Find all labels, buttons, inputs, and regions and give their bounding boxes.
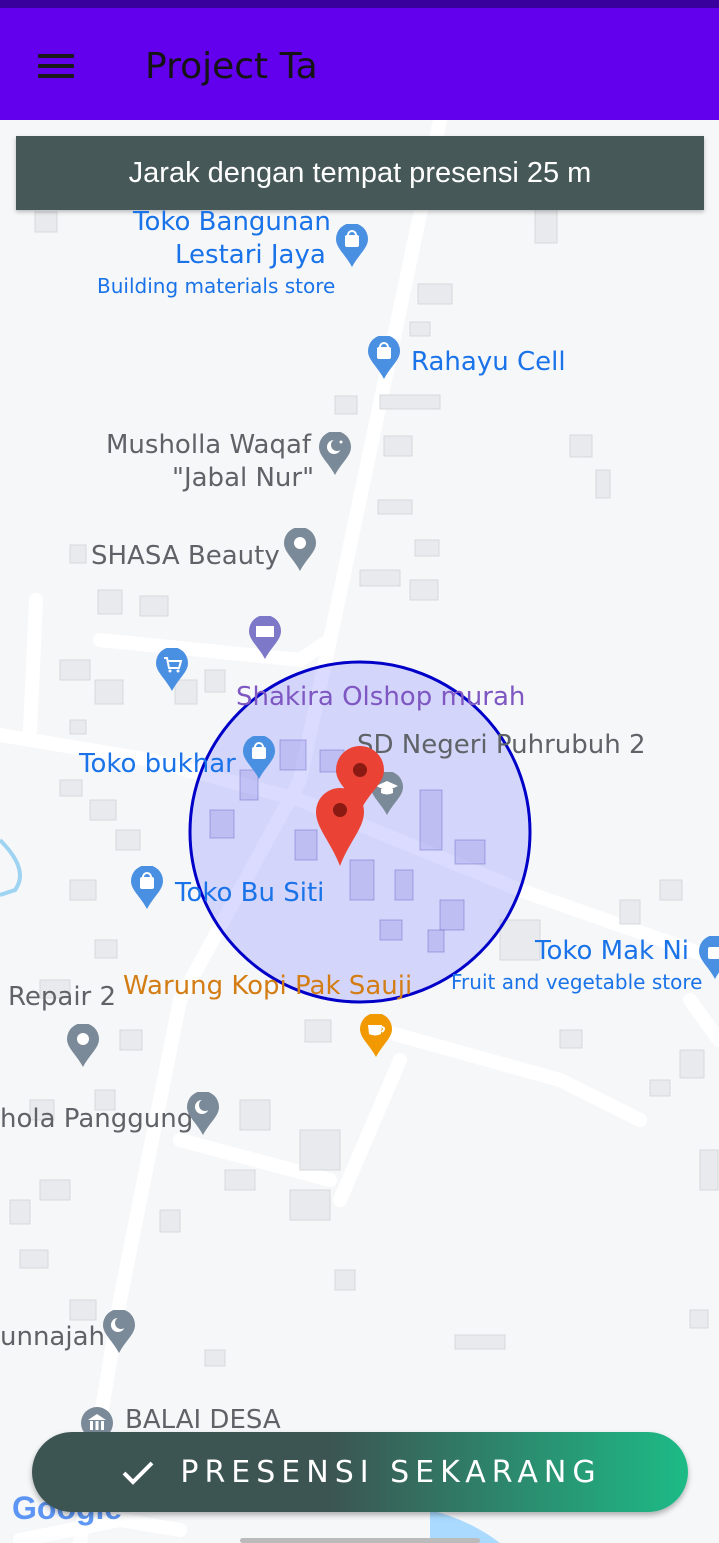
poi-subtitle: Fruit and vegetable store — [451, 970, 703, 994]
shopping-bag-pin-icon[interactable] — [242, 736, 276, 780]
poi-label[interactable]: SD Negeri Puhrubuh 2 — [357, 730, 646, 760]
mosque-pin-icon[interactable] — [186, 1092, 220, 1136]
shopping-bag-pin-icon[interactable] — [335, 224, 369, 268]
menu-icon[interactable] — [28, 46, 84, 86]
atm-pin-icon[interactable] — [248, 616, 282, 660]
place-pin-icon[interactable] — [66, 1024, 100, 1068]
shopping-bag-pin-icon[interactable] — [367, 336, 401, 380]
poi-label[interactable]: Warung Kopi Pak Sauji — [123, 971, 412, 1001]
poi-label[interactable]: Toko Bangunan — [133, 207, 331, 237]
poi-label[interactable]: Musholla Waqaf — [106, 430, 311, 460]
poi-label[interactable]: Repair 2 — [8, 982, 116, 1012]
distance-banner: Jarak dengan tempat presensi 25 m — [16, 136, 704, 210]
presence-location-marker-icon[interactable] — [314, 786, 366, 868]
shopping-cart-pin-icon[interactable] — [155, 648, 189, 692]
shopping-bag-pin-icon[interactable] — [698, 936, 719, 980]
app-bar: Project Ta — [0, 8, 719, 120]
poi-subtitle: Building materials store — [97, 274, 336, 298]
poi-label[interactable]: Lestari Jaya — [175, 240, 326, 270]
poi-label[interactable]: Toko Mak Ni — [535, 936, 689, 966]
poi-label[interactable]: Toko bukhar — [79, 749, 236, 779]
presensi-button[interactable]: PRESENSI SEKARANG — [32, 1432, 688, 1512]
mosque-pin-icon[interactable] — [318, 432, 352, 476]
gesture-nav-handle[interactable] — [240, 1538, 480, 1543]
shopping-bag-pin-icon[interactable] — [130, 866, 164, 910]
poi-label[interactable]: unnajah — [0, 1322, 105, 1352]
presensi-button-label: PRESENSI SEKARANG — [180, 1454, 602, 1490]
place-pin-icon[interactable] — [283, 528, 317, 572]
poi-label[interactable]: "Jabal Nur" — [172, 463, 314, 493]
poi-label[interactable]: Toko Bu Siti — [175, 878, 324, 908]
check-icon — [122, 1461, 154, 1485]
status-bar — [0, 0, 719, 8]
poi-label[interactable]: Rahayu Cell — [411, 347, 566, 377]
poi-label[interactable]: BALAI DESA — [125, 1405, 281, 1435]
poi-label[interactable]: Shakira Olshop murah — [236, 682, 525, 712]
poi-label[interactable]: SHASA Beauty — [91, 541, 280, 571]
mosque-pin-icon[interactable] — [102, 1310, 136, 1354]
poi-label[interactable]: hola Panggung — [0, 1104, 193, 1134]
cafe-pin-icon[interactable] — [359, 1014, 393, 1058]
app-title: Project Ta — [145, 46, 318, 87]
